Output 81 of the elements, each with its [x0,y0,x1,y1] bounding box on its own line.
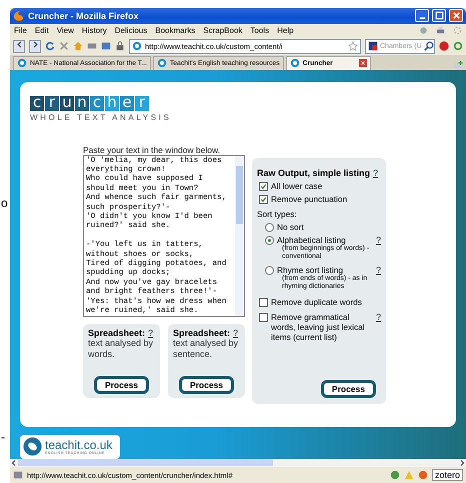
radio-label: Alphabetical listing [277,234,346,245]
lock-icon[interactable] [115,41,125,52]
spinner-icon [453,26,462,35]
reload-icon[interactable] [45,41,55,52]
page-text-fragment: - [1,430,5,444]
logo-letter: c [30,96,44,111]
close-icon [452,11,460,20]
checkbox[interactable] [259,298,268,307]
help-link[interactable]: ? [376,234,381,245]
menu-item[interactable]: Help [277,26,294,35]
help-link[interactable]: ? [233,328,238,338]
browser-logo-icon [13,10,25,22]
globe-icon [17,58,27,68]
radio-button[interactable] [265,236,274,245]
maximize-icon [434,11,444,20]
checkbox[interactable] [259,312,268,322]
help-link[interactable]: ? [376,264,381,275]
search-icon[interactable] [424,41,434,52]
checkbox[interactable] [259,182,268,191]
help-link[interactable]: ? [148,328,154,338]
menu-item[interactable]: ScrapBook [203,26,242,35]
checkbox-label: Remove duplicate words [271,296,363,307]
window-title: Cruncher - Mozilla Firefox [28,10,139,21]
logo-letter: e [120,96,134,111]
panel-title: Spreadsheet: [173,328,230,338]
radio-label: Rhyme sort listing [277,264,343,275]
menu-item[interactable]: Delicious [114,26,148,35]
sort-types-label: Sort types: [257,208,298,219]
stop-sign-icon[interactable] [439,41,449,52]
globe-icon [132,41,142,52]
process-button[interactable]: Process [320,380,376,398]
logo-letter: r [45,96,59,111]
checkbox-label: Remove punctuation [271,194,348,204]
radio-button[interactable] [265,266,274,275]
panel-description: text analysed by words. [88,338,154,360]
help-link[interactable]: ? [373,168,378,178]
logo-tagline: WHOLE TEXT ANALYSIS [30,112,172,122]
minimize-button[interactable] [415,9,429,22]
process-button[interactable]: Process [178,376,234,394]
star-icon[interactable] [348,41,358,52]
close-tab-icon[interactable] [359,59,368,68]
menu-item[interactable]: View [56,26,74,35]
logo-letter: r [135,96,149,111]
panel-title: Raw Output, simple listing [257,168,370,178]
menu-item[interactable]: Bookmarks [155,26,196,35]
globe-icon [156,58,167,68]
printer-icon[interactable] [436,26,445,35]
logo-letter: c [90,96,104,111]
logo-icon [23,437,42,456]
logo-letter: n [75,96,89,111]
forward-button[interactable] [29,40,41,53]
checkbox[interactable] [259,194,268,204]
logo-letter: u [60,96,74,111]
checkbox-label: Remove grammatical words, leaving just lexical items (current list) [271,312,366,342]
search-engine-icon [368,41,378,52]
scroll-right-icon[interactable] [458,458,466,467]
stop-icon[interactable] [59,41,69,52]
scroll-left-icon[interactable] [10,458,18,467]
menu-item[interactable]: Edit [34,26,49,35]
instruction-text: Paste your text in the window below. [83,144,222,155]
addon-icon[interactable] [390,470,400,480]
panel-title: Spreadsheet: [88,328,146,338]
help-link[interactable]: ? [376,312,381,322]
panel-description: text analysed by sentence. [173,338,240,360]
process-button[interactable]: Process [94,376,150,394]
scrollbar[interactable] [235,156,244,316]
back-button[interactable] [13,40,25,53]
addon-icon[interactable] [418,470,428,480]
globe-icon [290,58,300,68]
menu-item[interactable]: File [14,26,27,35]
page-text-fragment: o [1,196,8,210]
menu-item[interactable]: History [82,26,107,35]
checkbox-label: All lower case [271,180,322,191]
logo-letter: h [105,96,119,111]
radio-label: No sort [277,222,305,232]
menu-item[interactable]: Tools [250,26,270,35]
close-button[interactable] [449,9,463,22]
window-icon[interactable] [101,41,111,52]
zotero-button[interactable]: zotero [432,469,463,482]
radio-button[interactable] [265,222,274,232]
maximize-button[interactable] [432,9,446,22]
